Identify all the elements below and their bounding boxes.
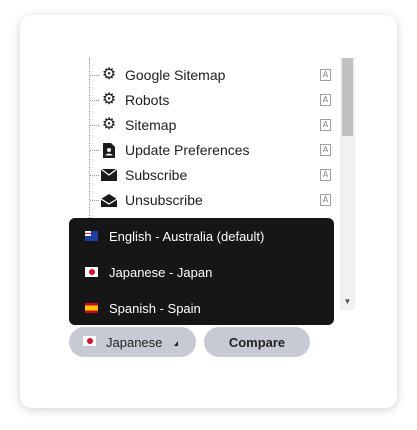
tree-item-label: Update Preferences [125,142,250,158]
tree-item-sitemap[interactable]: ⚙ Sitemap A [87,113,339,137]
gear-icon: ⚙ [101,66,117,83]
tree-item-label: Unsubscribe [125,192,203,208]
translate-icon[interactable]: A [320,119,331,131]
document-person-icon [100,141,118,159]
language-option-english-australia[interactable]: English - Australia (default) [69,221,334,251]
translate-icon[interactable]: A [320,194,331,206]
tree-item-robots[interactable]: ⚙ Robots A [87,88,339,112]
translate-icon[interactable]: A [320,144,331,156]
tree-branch [90,150,99,151]
language-select-label: Japanese [106,335,163,350]
scroll-down-arrow-icon[interactable]: ▼ [340,296,355,308]
translate-icon[interactable]: A [320,69,331,81]
flag-australia-icon [85,231,98,241]
tree-item-label: Subscribe [125,167,188,183]
envelope-open-icon [100,191,118,209]
flag-spain-icon [85,303,98,313]
compare-button[interactable]: Compare [204,327,310,357]
language-option-label: Spanish - Spain [109,300,201,316]
translate-icon[interactable]: A [320,94,331,106]
language-option-spanish-spain[interactable]: Spanish - Spain [69,293,334,323]
tree-item-label: Sitemap [125,117,177,133]
language-select-button[interactable]: Japanese [69,327,196,357]
flag-japan-icon [85,267,98,277]
language-option-label: Japanese - Japan [109,264,213,280]
language-option-japanese-japan[interactable]: Japanese - Japan [69,257,334,287]
language-option-label: English - Australia (default) [109,228,265,244]
tree-branch [90,125,99,126]
gear-icon: ⚙ [101,116,117,133]
envelope-icon [100,166,118,184]
gear-icon: ⚙ [101,91,117,108]
tree-branch [90,200,99,201]
tree-item-google-sitemap[interactable]: ⚙ Google Sitemap A [87,63,339,87]
caret-down-icon [174,341,178,346]
tree-item-update-preferences[interactable]: Update Preferences A [87,138,339,162]
tree-branch [90,100,99,101]
translate-icon[interactable]: A [320,169,331,181]
tree-item-subscribe[interactable]: Subscribe A [87,163,339,187]
tree-item-label: Google Sitemap [125,67,226,83]
tree-branch [90,175,99,176]
tree-item-unsubscribe[interactable]: Unsubscribe A [87,188,339,212]
tree-item-label: Robots [125,92,170,108]
language-dropdown-menu: English - Australia (default) Japanese -… [69,218,334,325]
tree-branch [90,75,99,76]
scrollbar-thumb[interactable] [342,58,353,136]
tree-scrollbar[interactable]: ▼ [340,58,355,310]
flag-japan-icon [83,336,96,346]
